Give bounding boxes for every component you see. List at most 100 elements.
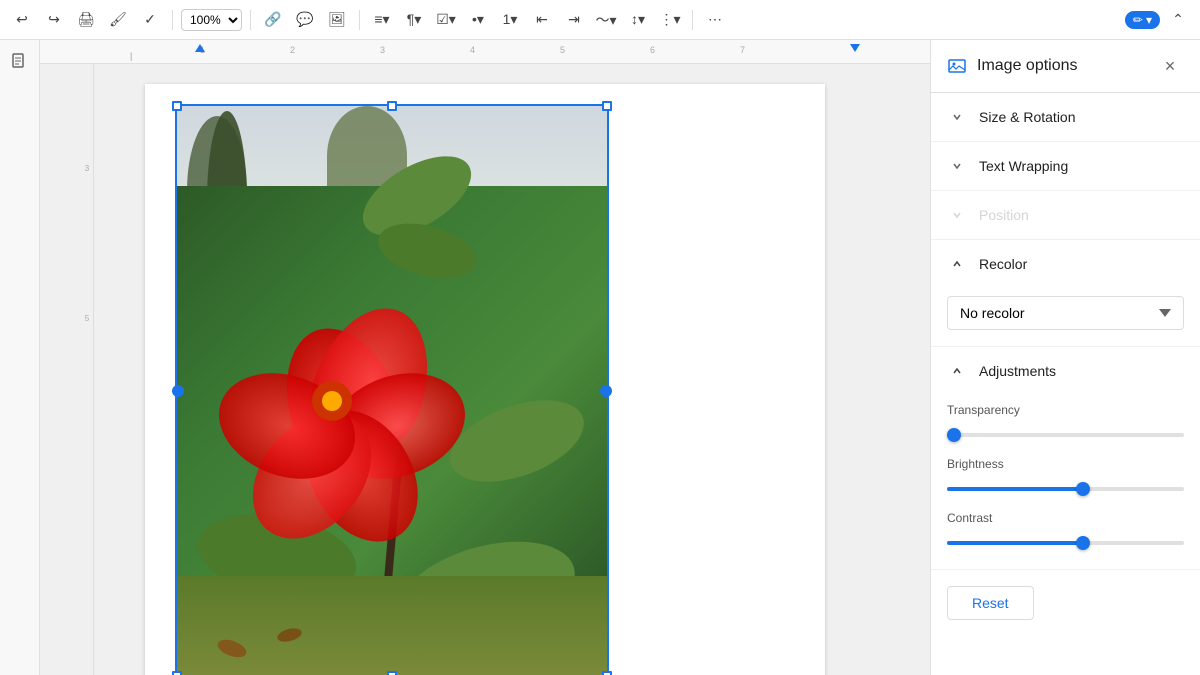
format-button[interactable]: 〜▾ — [592, 6, 620, 34]
vmark-3: 3 — [80, 164, 94, 173]
page-list-icon[interactable] — [6, 48, 34, 76]
doc-page — [145, 84, 825, 675]
toolbar: ↩ ↪ 🖨 🖌 ✓ 100% 75% 125% 🔗 💬 🖼 ≡▾ ¶▾ ☑▾ •… — [0, 0, 1200, 40]
ruler-label-4: 4 — [470, 45, 475, 55]
panel-close-button[interactable]: × — [1156, 52, 1184, 80]
adjustments-chevron — [947, 361, 967, 381]
bullet-button[interactable]: •▾ — [464, 6, 492, 34]
reset-button[interactable]: Reset — [947, 586, 1034, 620]
divider-4 — [692, 10, 693, 30]
recolor-header[interactable]: Recolor — [931, 240, 1200, 288]
section-text-wrapping: Text Wrapping — [931, 142, 1200, 191]
brightness-slider-container — [947, 479, 1184, 499]
transparency-slider[interactable] — [947, 433, 1184, 437]
section-position: Position — [931, 191, 1200, 240]
adjustments-content: Transparency Brightness Contrast — [931, 395, 1200, 569]
checklist-button[interactable]: ☑▾ — [432, 6, 460, 34]
section-adjustments: Adjustments Transparency Brightness Cont… — [931, 347, 1200, 570]
ruler-label-5: 5 — [560, 45, 565, 55]
size-rotation-chevron — [947, 107, 967, 127]
doc-area: | 1 2 3 4 5 6 7 3 5 — [40, 40, 930, 675]
ruler-label-7: 7 — [740, 45, 745, 55]
flower-stamen — [322, 391, 342, 411]
numbered-button[interactable]: 1▾ — [496, 6, 524, 34]
recolor-select[interactable]: No recolor — [947, 296, 1184, 330]
undo-button[interactable]: ↩ — [8, 6, 36, 34]
main-area: | 1 2 3 4 5 6 7 3 5 — [0, 40, 1200, 675]
recolor-chevron — [947, 254, 967, 274]
vertical-ruler: 3 5 — [80, 64, 94, 675]
print-button[interactable]: 🖨 — [72, 6, 100, 34]
position-label: Position — [979, 207, 1029, 223]
redo-button[interactable]: ↪ — [40, 6, 68, 34]
handle-middle-left[interactable] — [172, 385, 184, 397]
divider-1 — [172, 10, 173, 30]
pen-icon: ✏ — [1133, 13, 1143, 27]
comment-button[interactable]: 💬 — [291, 6, 319, 34]
increase-indent-button[interactable]: ⇥ — [560, 6, 588, 34]
image-container[interactable] — [175, 104, 609, 675]
vmark-5: 5 — [80, 314, 94, 323]
ruler-indent-marker — [195, 44, 205, 52]
ruler-mark-0: | — [130, 51, 132, 61]
divider-3 — [359, 10, 360, 30]
doc-scroll[interactable]: 3 5 — [40, 64, 930, 675]
edit-mode-chevron: ▾ — [1146, 13, 1152, 27]
recolor-label: Recolor — [979, 256, 1027, 272]
transparency-label: Transparency — [947, 403, 1184, 417]
handle-top-right[interactable] — [602, 101, 612, 111]
transparency-slider-container — [947, 425, 1184, 445]
handle-bottom-right[interactable] — [602, 671, 612, 675]
zoom-select[interactable]: 100% 75% 125% — [181, 9, 242, 31]
divider-2 — [250, 10, 251, 30]
size-rotation-label: Size & Rotation — [979, 109, 1076, 125]
ruler-right-margin — [850, 44, 860, 52]
left-sidebar — [0, 40, 40, 675]
indent-button[interactable]: ¶▾ — [400, 6, 428, 34]
handle-middle-right[interactable] — [600, 385, 612, 397]
handle-top-middle[interactable] — [387, 101, 397, 111]
image-button[interactable]: 🖼 — [323, 6, 351, 34]
handle-bottom-left[interactable] — [172, 671, 182, 675]
paint-format-button[interactable]: 🖌 — [104, 6, 132, 34]
contrast-slider[interactable] — [947, 541, 1184, 545]
align-button[interactable]: ≡▾ — [368, 6, 396, 34]
contrast-slider-container — [947, 533, 1184, 553]
ruler-label-3: 3 — [380, 45, 385, 55]
edit-mode-button[interactable]: ✏ ▾ — [1125, 11, 1160, 29]
line-spacing-button[interactable]: ↕▾ — [624, 6, 652, 34]
adjustments-label: Adjustments — [979, 363, 1056, 379]
link-button[interactable]: 🔗 — [259, 6, 287, 34]
horizontal-ruler: | 1 2 3 4 5 6 7 — [40, 40, 930, 64]
image-options-icon — [947, 56, 967, 76]
image-photo — [177, 106, 607, 675]
position-chevron — [947, 205, 967, 225]
right-panel: Image options × Size & Rotation Text Wra… — [930, 40, 1200, 675]
recolor-content: No recolor — [931, 288, 1200, 346]
brightness-slider[interactable] — [947, 487, 1184, 491]
handle-bottom-middle[interactable] — [387, 671, 397, 675]
more-button[interactable]: ⋯ — [701, 6, 729, 34]
reset-container: Reset — [931, 570, 1200, 636]
ruler-label-2: 2 — [290, 45, 295, 55]
panel-title: Image options — [977, 57, 1156, 75]
columns-button[interactable]: ⋮▾ — [656, 6, 684, 34]
spell-check-button[interactable]: ✓ — [136, 6, 164, 34]
position-header[interactable]: Position — [931, 191, 1200, 239]
text-wrapping-chevron — [947, 156, 967, 176]
ruler-label-6: 6 — [650, 45, 655, 55]
section-recolor: Recolor No recolor — [931, 240, 1200, 347]
brightness-label: Brightness — [947, 457, 1184, 471]
size-rotation-header[interactable]: Size & Rotation — [931, 93, 1200, 141]
panel-header: Image options × — [931, 40, 1200, 93]
text-wrapping-label: Text Wrapping — [979, 158, 1068, 174]
section-size-rotation: Size & Rotation — [931, 93, 1200, 142]
contrast-label: Contrast — [947, 511, 1184, 525]
selected-image-wrapper — [175, 104, 609, 675]
handle-top-left[interactable] — [172, 101, 182, 111]
decrease-indent-button[interactable]: ⇤ — [528, 6, 556, 34]
collapse-toolbar-button[interactable]: ⌃ — [1164, 6, 1192, 34]
adjustments-header[interactable]: Adjustments — [931, 347, 1200, 395]
text-wrapping-header[interactable]: Text Wrapping — [931, 142, 1200, 190]
ground — [177, 576, 607, 675]
